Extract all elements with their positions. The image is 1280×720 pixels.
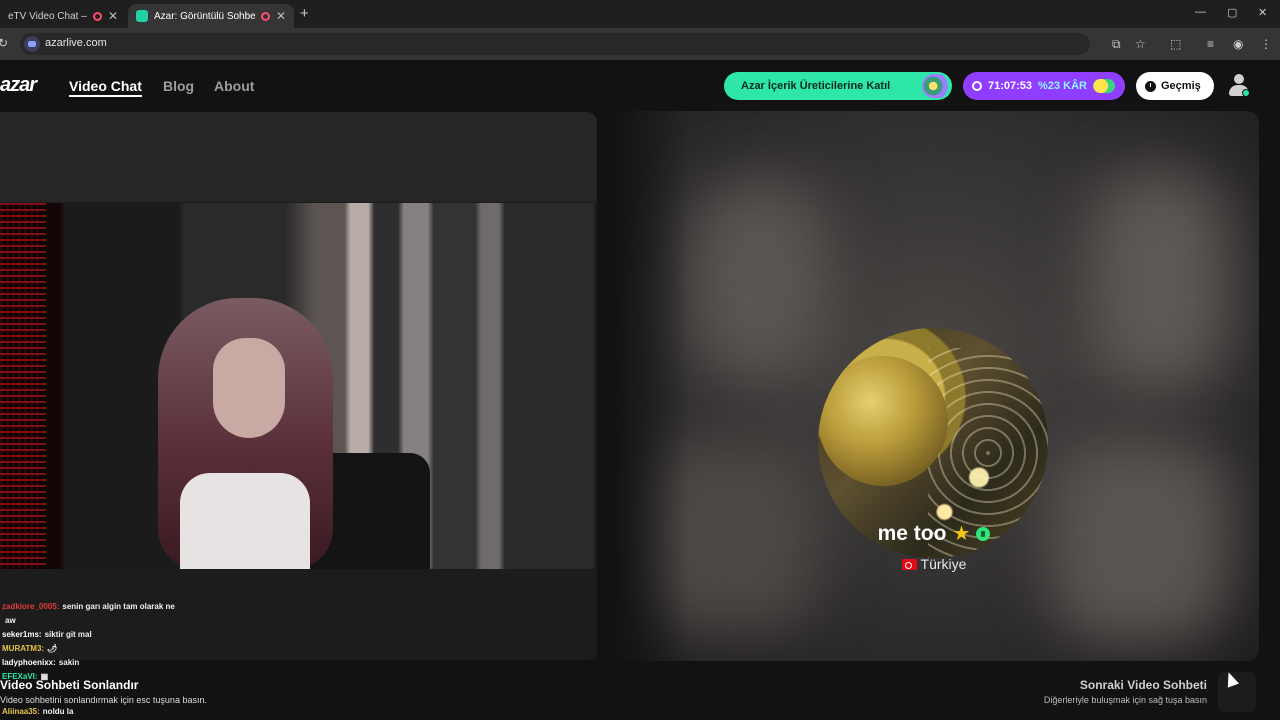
minimize-icon[interactable]: — xyxy=(1195,6,1206,18)
creator-badge-icon xyxy=(922,74,950,98)
chat-line: MURATM3: 🌶 xyxy=(2,642,302,656)
verified-shield-icon xyxy=(976,526,991,541)
close-icon[interactable]: ✕ xyxy=(276,9,286,23)
reading-list-icon[interactable]: ≡ xyxy=(1207,37,1214,51)
star-icon: ★ xyxy=(952,523,971,545)
chat-line: seker1ms: siktir git mal xyxy=(2,628,302,642)
user-avatar[interactable] xyxy=(1228,74,1250,98)
partner-name-row: me too ★ xyxy=(609,521,1259,546)
azar-logo[interactable]: azar xyxy=(0,74,37,97)
chat-line: zadkiore_0005: senin garı algin tam olara… xyxy=(2,600,302,614)
nav-video-chat[interactable]: Video Chat xyxy=(69,78,142,97)
avatar-head xyxy=(1234,74,1244,84)
cast-icon[interactable]: ⧉ xyxy=(1112,37,1121,52)
browser-tabbar: eTV Video Chat — Ome ✕ Azar: Görüntülü S… xyxy=(0,0,1280,28)
omnibox[interactable]: azarlive.com xyxy=(20,33,1090,55)
chat-message: senin garı algin tam olarak ne xyxy=(62,602,175,611)
partner-name: me too xyxy=(877,521,947,545)
next-chat-hint: Diğerleriyle buluşmak için sağ tuşa bası… xyxy=(1043,695,1207,705)
reload-icon[interactable]: ↻ xyxy=(0,36,8,50)
chat-message: 🌶 xyxy=(47,644,58,653)
history-icon xyxy=(1145,80,1156,92)
blurred-background xyxy=(609,111,689,661)
promo-profit: %23 KÂR xyxy=(1038,80,1087,92)
join-creators-button[interactable]: Azar İçerik Üreticilerine Katıl xyxy=(724,72,952,100)
person-face xyxy=(213,338,285,438)
chat-line: Aliinaa35: noldu la xyxy=(2,705,302,719)
close-window-icon[interactable]: ✕ xyxy=(1258,6,1267,19)
clock-icon xyxy=(972,81,982,91)
azar-page: azar Video Chat Blog About Azar İçerik Ü… xyxy=(0,60,1280,720)
partner-country: Türkiye xyxy=(920,556,967,572)
end-chat-hint: Video sohbetini sonlandırmak için esc tu… xyxy=(0,695,207,705)
favicon-icon xyxy=(136,10,148,22)
coin-icon xyxy=(1092,79,1115,93)
chat-line: aw xyxy=(2,614,302,628)
local-video-panel xyxy=(0,112,597,660)
turkey-flag-icon xyxy=(901,558,917,570)
gold-ornament xyxy=(818,356,948,486)
join-creators-label: Azar İçerik Üreticilerine Katıl xyxy=(741,80,891,92)
history-label: Geçmiş xyxy=(1161,80,1201,92)
browser-tab[interactable]: eTV Video Chat — Ome ✕ xyxy=(0,4,126,28)
profile-icon[interactable]: ◉ xyxy=(1233,37,1243,51)
stream-chat-overlay: zadkiore_0005: senin garı algin tam olara… xyxy=(2,600,302,684)
chat-username: ladyphoenixx: xyxy=(2,658,56,667)
menu-icon[interactable]: ⋮ xyxy=(1260,37,1272,51)
address-bar: ↻ azarlive.com ⧉ ☆ ⬚ ≡ ◉ ⋮ xyxy=(0,28,1280,60)
stream-chat-last: Aliinaa35: noldu la xyxy=(2,705,302,719)
recording-icon xyxy=(92,11,102,21)
tab-title: eTV Video Chat — Ome xyxy=(8,10,87,22)
promo-timer: 71:07:53 xyxy=(988,80,1033,92)
recording-icon xyxy=(260,11,270,21)
person-shirt xyxy=(180,473,310,569)
new-tab-icon[interactable]: + xyxy=(300,5,309,22)
promo-timer-button[interactable]: 71:07:53 %23 KÂR xyxy=(963,72,1125,100)
local-top-card xyxy=(0,112,597,202)
close-icon[interactable]: ✕ xyxy=(108,9,118,23)
online-status-icon xyxy=(1242,89,1250,97)
tab-title: Azar: Görüntülü Sohbet & V xyxy=(154,10,255,22)
nav-blog[interactable]: Blog xyxy=(163,78,194,94)
end-chat-title[interactable]: Video Sohbeti Sonlandır xyxy=(0,678,138,692)
extensions-icon[interactable]: ⬚ xyxy=(1170,37,1181,51)
partner-video-panel: me too ★ Türkiye xyxy=(609,111,1259,661)
blurred-background xyxy=(689,181,829,381)
chat-message: aw xyxy=(5,616,16,625)
partner-country-row: Türkiye xyxy=(609,556,1259,572)
blurred-background xyxy=(1089,171,1229,391)
url-text[interactable]: azarlive.com xyxy=(45,37,107,49)
next-chat-title[interactable]: Sonraki Video Sohbeti xyxy=(1080,678,1207,692)
maximize-icon[interactable]: ▢ xyxy=(1227,6,1237,19)
history-button[interactable]: Geçmiş xyxy=(1136,72,1214,100)
bookmark-star-icon[interactable]: ☆ xyxy=(1135,37,1146,51)
local-camera-feed xyxy=(0,203,594,569)
site-info-icon[interactable] xyxy=(24,36,40,52)
chat-username: Aliinaa35: xyxy=(2,707,40,716)
chat-username: seker1ms: xyxy=(2,630,42,639)
nav-about[interactable]: About xyxy=(214,78,254,94)
led-lights xyxy=(0,203,46,569)
chat-message: siktir git mal xyxy=(44,630,92,639)
browser-tab-active[interactable]: Azar: Görüntülü Sohbet & V ✕ xyxy=(128,4,294,28)
chat-username: MURATM3: xyxy=(2,644,45,653)
chat-line: ladyphoenixx: sakin xyxy=(2,656,302,670)
chat-message: noldu la xyxy=(42,707,74,716)
chat-message: sakin xyxy=(58,658,80,667)
chat-username: zadkiore_0005: xyxy=(2,602,60,611)
